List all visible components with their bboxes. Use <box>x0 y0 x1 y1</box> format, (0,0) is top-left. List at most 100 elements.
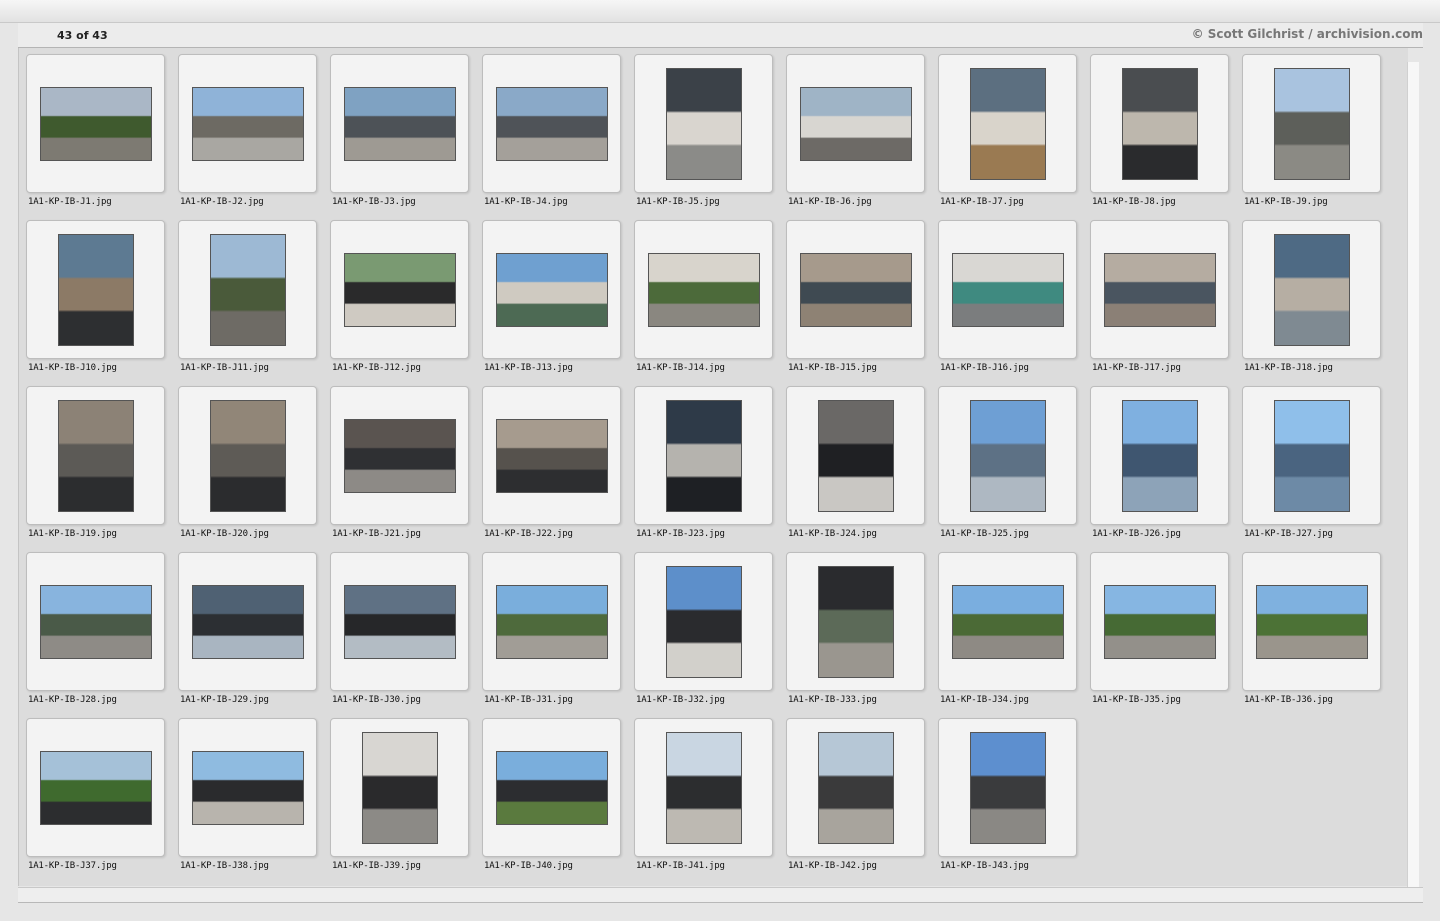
thumbnail-filename: 1A1-KP-IB-J36.jpg <box>1244 695 1333 705</box>
thumbnail-tile[interactable]: 1A1-KP-IB-J20.jpg <box>178 386 317 539</box>
thumbnail-tile[interactable]: 1A1-KP-IB-J41.jpg <box>634 718 773 871</box>
thumbnail-image[interactable] <box>818 400 894 512</box>
thumbnail-image[interactable] <box>666 732 742 844</box>
thumbnail-tile[interactable]: 1A1-KP-IB-J18.jpg <box>1242 220 1381 373</box>
thumbnail-image[interactable] <box>40 87 152 161</box>
thumbnail-tile[interactable]: 1A1-KP-IB-J30.jpg <box>330 552 469 705</box>
thumbnail-image[interactable] <box>1274 234 1350 346</box>
thumbnail-tile[interactable]: 1A1-KP-IB-J29.jpg <box>178 552 317 705</box>
thumbnail-image[interactable] <box>496 87 608 161</box>
thumbnail-tile[interactable]: 1A1-KP-IB-J2.jpg <box>178 54 317 207</box>
thumbnail-image[interactable] <box>210 234 286 346</box>
thumbnail-filename: 1A1-KP-IB-J43.jpg <box>940 861 1029 871</box>
thumbnail-tile[interactable]: 1A1-KP-IB-J35.jpg <box>1090 552 1229 705</box>
thumbnail-image[interactable] <box>1104 253 1216 327</box>
thumbnail-tile[interactable]: 1A1-KP-IB-J33.jpg <box>786 552 925 705</box>
thumbnail-tile[interactable]: 1A1-KP-IB-J12.jpg <box>330 220 469 373</box>
thumbnail-image[interactable] <box>496 585 608 659</box>
thumbnail-image[interactable] <box>800 87 912 161</box>
thumbnail-tile[interactable]: 1A1-KP-IB-J10.jpg <box>26 220 165 373</box>
thumbnail-image[interactable] <box>1274 68 1350 180</box>
thumbnail-image[interactable] <box>666 68 742 180</box>
thumbnail-filename: 1A1-KP-IB-J19.jpg <box>28 529 117 539</box>
thumbnail-image[interactable] <box>800 253 912 327</box>
thumbnail-tile[interactable]: 1A1-KP-IB-J9.jpg <box>1242 54 1381 207</box>
thumbnail-tile[interactable]: 1A1-KP-IB-J17.jpg <box>1090 220 1229 373</box>
thumbnail-image[interactable] <box>58 400 134 512</box>
thumbnail-image[interactable] <box>1274 400 1350 512</box>
thumbnail-image[interactable] <box>970 400 1046 512</box>
thumbnail-tile[interactable]: 1A1-KP-IB-J8.jpg <box>1090 54 1229 207</box>
thumbnail-image[interactable] <box>952 253 1064 327</box>
thumbnail-tile[interactable]: 1A1-KP-IB-J5.jpg <box>634 54 773 207</box>
bottom-bar <box>18 887 1423 903</box>
thumbnail-filename: 1A1-KP-IB-J37.jpg <box>28 861 117 871</box>
thumbnail-image[interactable] <box>818 566 894 678</box>
thumbnail-tile[interactable]: 1A1-KP-IB-J38.jpg <box>178 718 317 871</box>
thumbnail-image[interactable] <box>496 253 608 327</box>
thumbnail-image[interactable] <box>818 732 894 844</box>
thumbnail-tile[interactable]: 1A1-KP-IB-J4.jpg <box>482 54 621 207</box>
thumbnail-image[interactable] <box>1104 585 1216 659</box>
thumbnail-tile[interactable]: 1A1-KP-IB-J42.jpg <box>786 718 925 871</box>
thumbnail-filename: 1A1-KP-IB-J16.jpg <box>940 363 1029 373</box>
thumbnail-filename: 1A1-KP-IB-J18.jpg <box>1244 363 1333 373</box>
thumbnail-tile[interactable]: 1A1-KP-IB-J39.jpg <box>330 718 469 871</box>
thumbnail-image[interactable] <box>58 234 134 346</box>
thumbnail-image[interactable] <box>40 751 152 825</box>
thumbnail-tile[interactable]: 1A1-KP-IB-J32.jpg <box>634 552 773 705</box>
thumbnail-image[interactable] <box>1122 400 1198 512</box>
thumbnail-tile[interactable]: 1A1-KP-IB-J19.jpg <box>26 386 165 539</box>
thumbnail-image[interactable] <box>1256 585 1368 659</box>
thumbnail-tile[interactable]: 1A1-KP-IB-J3.jpg <box>330 54 469 207</box>
thumbnail-tile[interactable]: 1A1-KP-IB-J24.jpg <box>786 386 925 539</box>
thumbnail-tile[interactable]: 1A1-KP-IB-J15.jpg <box>786 220 925 373</box>
thumbnail-tile[interactable]: 1A1-KP-IB-J14.jpg <box>634 220 773 373</box>
thumbnail-tile[interactable]: 1A1-KP-IB-J26.jpg <box>1090 386 1229 539</box>
thumbnail-tile[interactable]: 1A1-KP-IB-J36.jpg <box>1242 552 1381 705</box>
thumbnail-tile[interactable]: 1A1-KP-IB-J28.jpg <box>26 552 165 705</box>
thumbnail-image[interactable] <box>192 585 304 659</box>
thumbnail-tile[interactable]: 1A1-KP-IB-J31.jpg <box>482 552 621 705</box>
thumbnail-filename: 1A1-KP-IB-J20.jpg <box>180 529 269 539</box>
thumbnail-tile[interactable]: 1A1-KP-IB-J11.jpg <box>178 220 317 373</box>
thumbnail-filename: 1A1-KP-IB-J15.jpg <box>788 363 877 373</box>
thumbnail-tile[interactable]: 1A1-KP-IB-J22.jpg <box>482 386 621 539</box>
thumbnail-tile[interactable]: 1A1-KP-IB-J7.jpg <box>938 54 1077 207</box>
thumbnail-image[interactable] <box>210 400 286 512</box>
thumbnail-image[interactable] <box>344 253 456 327</box>
thumbnail-filename: 1A1-KP-IB-J11.jpg <box>180 363 269 373</box>
thumbnail-tile[interactable]: 1A1-KP-IB-J23.jpg <box>634 386 773 539</box>
thumbnail-image[interactable] <box>40 585 152 659</box>
thumbnail-image[interactable] <box>648 253 760 327</box>
thumbnail-image[interactable] <box>496 419 608 493</box>
thumbnail-image[interactable] <box>970 68 1046 180</box>
thumbnail-tile[interactable]: 1A1-KP-IB-J43.jpg <box>938 718 1077 871</box>
thumbnail-image[interactable] <box>666 566 742 678</box>
thumbnail-image[interactable] <box>192 751 304 825</box>
thumbnail-tile[interactable]: 1A1-KP-IB-J1.jpg <box>26 54 165 207</box>
thumbnail-image[interactable] <box>344 419 456 493</box>
thumbnail-tile[interactable]: 1A1-KP-IB-J37.jpg <box>26 718 165 871</box>
thumbnail-tile[interactable]: 1A1-KP-IB-J16.jpg <box>938 220 1077 373</box>
thumbnail-image[interactable] <box>362 732 438 844</box>
thumbnail-tile[interactable]: 1A1-KP-IB-J27.jpg <box>1242 386 1381 539</box>
thumbnail-image[interactable] <box>970 732 1046 844</box>
thumbnail-tile[interactable]: 1A1-KP-IB-J6.jpg <box>786 54 925 207</box>
thumbnail-tile[interactable]: 1A1-KP-IB-J13.jpg <box>482 220 621 373</box>
thumbnail-image[interactable] <box>496 751 608 825</box>
thumbnail-image[interactable] <box>344 87 456 161</box>
vertical-scrollbar[interactable] <box>1407 62 1419 887</box>
thumbnail-image[interactable] <box>344 585 456 659</box>
thumbnail-image[interactable] <box>1122 68 1198 180</box>
thumbnail-filename: 1A1-KP-IB-J33.jpg <box>788 695 877 705</box>
thumbnail-tile[interactable]: 1A1-KP-IB-J21.jpg <box>330 386 469 539</box>
thumbnail-filename: 1A1-KP-IB-J23.jpg <box>636 529 725 539</box>
thumbnail-tile[interactable]: 1A1-KP-IB-J25.jpg <box>938 386 1077 539</box>
thumbnail-tile[interactable]: 1A1-KP-IB-J34.jpg <box>938 552 1077 705</box>
thumbnail-filename: 1A1-KP-IB-J38.jpg <box>180 861 269 871</box>
thumbnail-tile[interactable]: 1A1-KP-IB-J40.jpg <box>482 718 621 871</box>
thumbnail-image[interactable] <box>666 400 742 512</box>
thumbnail-image[interactable] <box>192 87 304 161</box>
thumbnail-image[interactable] <box>952 585 1064 659</box>
